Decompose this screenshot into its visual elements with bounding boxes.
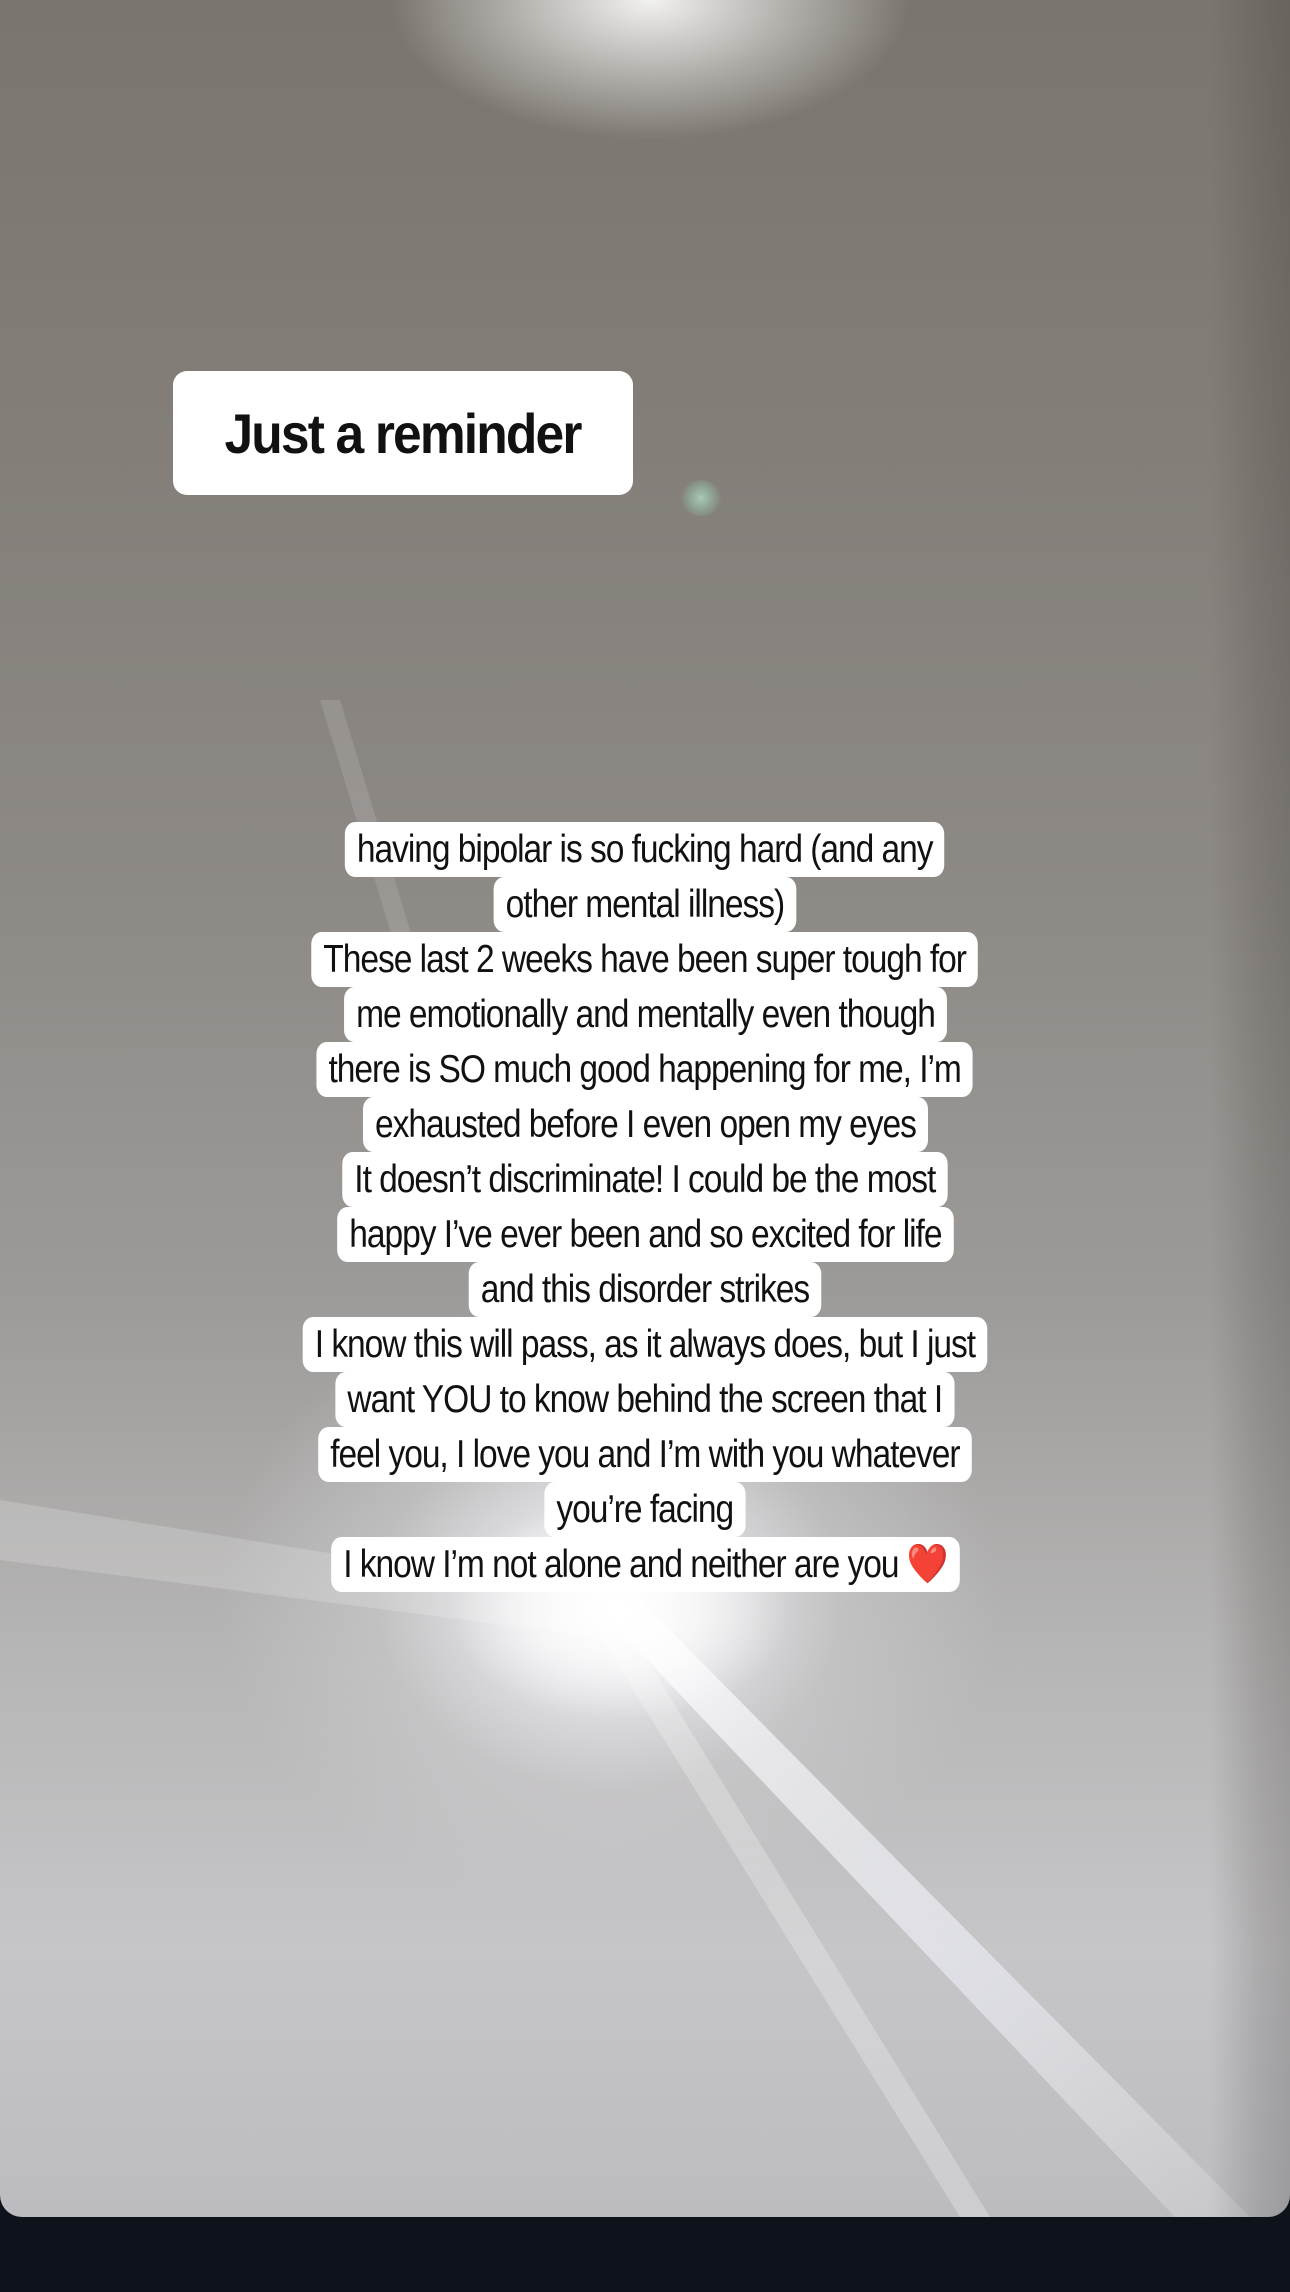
text-line: exhausted before I even open my eyes	[362, 1097, 928, 1152]
heart-icon: ❤️	[906, 1542, 948, 1587]
text-line: want YOU to know behind the screen that …	[335, 1372, 955, 1427]
text-line: happy I’ve ever been and so excited for …	[336, 1207, 954, 1262]
lens-flare-dot	[680, 480, 722, 516]
text-line: other mental illness)	[493, 877, 797, 932]
text-line: feel you, I love you and I’m with you wh…	[318, 1427, 972, 1482]
title-sticker[interactable]: Just a reminder	[173, 371, 633, 495]
story-background: Just a reminder having bipolar is so fuc…	[0, 0, 1290, 2217]
text-line-last: I know I’m not alone and neither are you…	[330, 1537, 960, 1592]
text-line: you’re facing	[544, 1482, 746, 1537]
title-text: Just a reminder	[224, 401, 583, 465]
text-line: These last 2 weeks have been super tough…	[311, 932, 979, 987]
text-line: there is SO much good happening for me, …	[316, 1042, 974, 1097]
text-line: having bipolar is so fucking hard (and a…	[345, 822, 945, 877]
story-text-block[interactable]: having bipolar is so fucking hard (and a…	[150, 822, 1140, 1592]
last-line-text: I know I’m not alone and neither are you	[342, 1543, 899, 1586]
text-line: I know this will pass, as it always does…	[302, 1317, 988, 1372]
bottom-bar	[0, 2217, 1290, 2292]
text-line: It doesn’t discriminate! I could be the …	[342, 1152, 948, 1207]
text-line: me emotionally and mentally even though	[343, 987, 947, 1042]
text-line: and this disorder strikes	[468, 1262, 822, 1317]
edge-shade	[1210, 0, 1290, 2217]
